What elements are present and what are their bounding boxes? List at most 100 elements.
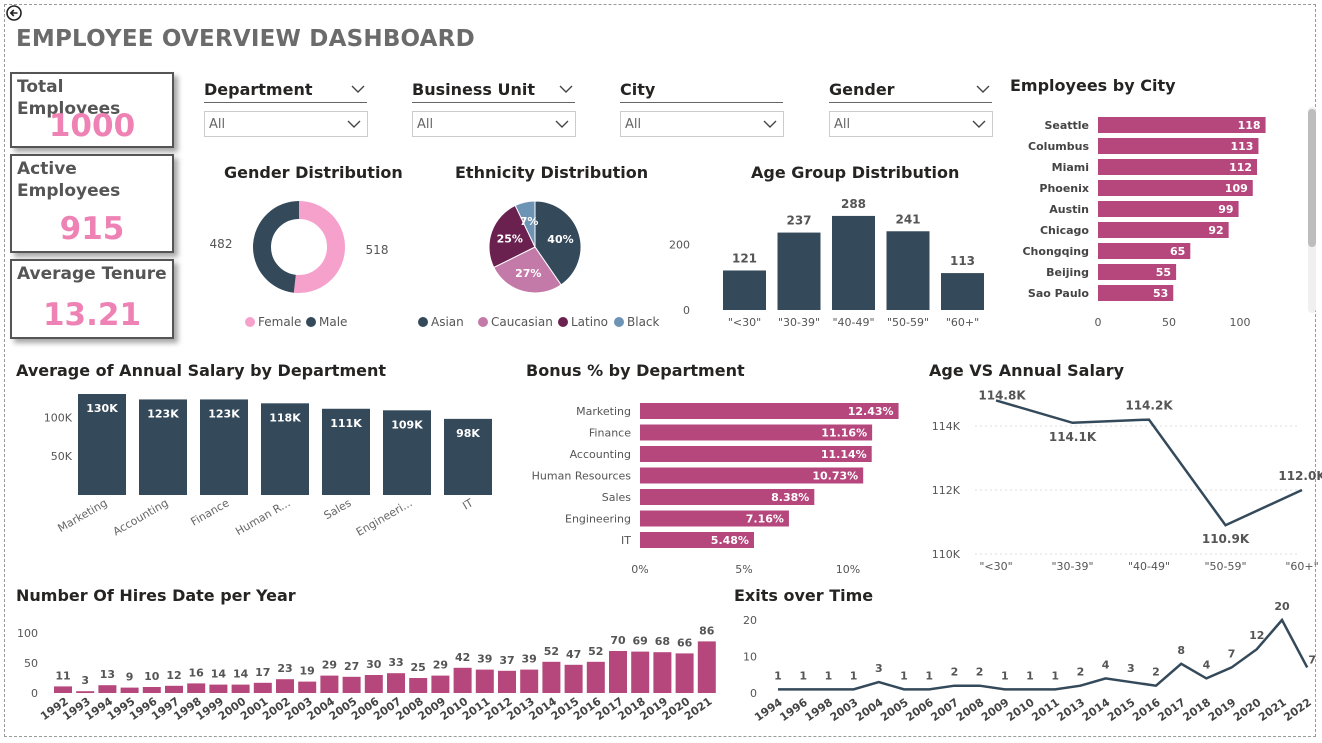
y-tick-label: 100K (44, 411, 73, 424)
y-tick-label: Human Resources (532, 470, 632, 483)
x-tick-label: 2011 (1029, 696, 1062, 724)
y-tick-label: Austin (1049, 203, 1089, 216)
data-label: 42 (455, 651, 470, 664)
x-tick-label: 2005 (878, 696, 911, 724)
data-label: 7 (1228, 647, 1236, 660)
x-tick-label: "50-59" (1204, 560, 1246, 573)
x-tick-label: Human R... (233, 496, 292, 538)
x-tick-label: "60+" (1285, 560, 1318, 573)
bar (498, 670, 516, 693)
y-tick-label: Marketing (576, 405, 631, 418)
x-tick-label: Marketing (56, 496, 110, 535)
charts-canvas: 518482Female Male40%27%25%7%Asian Caucasia… (17, 117, 1322, 724)
data-label: 113 (950, 254, 975, 268)
bar (832, 215, 875, 310)
data-label: 53 (1153, 287, 1168, 300)
legend-label: Black (627, 315, 660, 329)
data-label: 52 (544, 645, 559, 658)
data-label: 2 (1152, 666, 1160, 679)
bar (586, 661, 605, 693)
x-tick-label: 2004 (853, 696, 886, 724)
bar (76, 691, 95, 693)
y-tick-label: Sales (602, 491, 632, 504)
data-label: 1 (1001, 669, 1009, 682)
data-label: 4 (1203, 658, 1211, 671)
data-label: 65 (1170, 245, 1185, 258)
data-label: 237 (786, 214, 811, 228)
data-label: 37 (499, 654, 514, 667)
data-label: 518 (366, 243, 389, 257)
data-label: 109 (1225, 182, 1248, 195)
data-label: 121 (732, 251, 757, 265)
data-label: 99 (1218, 203, 1233, 216)
data-label: 11.14% (821, 448, 867, 461)
data-label: 1 (774, 669, 782, 682)
data-label: 482 (210, 237, 233, 251)
data-label: 69 (633, 635, 648, 648)
y-tick-label: 10 (743, 651, 757, 664)
y-tick-label: 110K (932, 548, 961, 561)
donut-slice-female (293, 201, 345, 293)
data-label: 66 (677, 636, 693, 649)
data-label: 7 (1308, 653, 1316, 666)
x-tick-label: 50 (1162, 316, 1176, 329)
data-label: 1 (825, 669, 833, 682)
legend-marker (418, 317, 428, 327)
data-label: 12.43% (848, 405, 894, 418)
data-label: 110.9K (1202, 532, 1250, 546)
data-label: 123K (147, 407, 179, 420)
y-tick-label: 20 (743, 614, 757, 627)
data-label: 114.8K (978, 388, 1026, 402)
x-tick-label: IT (460, 496, 475, 512)
bar (187, 683, 206, 693)
x-tick-label: "30-39" (778, 316, 820, 329)
y-tick-label: 50K (51, 450, 73, 463)
data-label: 17 (255, 666, 270, 679)
y-tick-label: Chicago (1040, 224, 1089, 237)
bar (409, 678, 428, 693)
x-tick-label: "60+" (946, 316, 979, 329)
y-tick-label: IT (621, 534, 631, 547)
x-tick-label: 2019 (1206, 696, 1239, 724)
data-label: 52 (588, 645, 603, 658)
data-label: 10 (144, 670, 160, 683)
data-label: 25 (411, 661, 426, 674)
legend-label: Caucasian (491, 315, 553, 329)
bar (364, 675, 383, 693)
bar (54, 686, 72, 693)
y-tick-label: 0 (683, 304, 690, 317)
bar (520, 669, 539, 693)
x-tick-label: 2009 (979, 696, 1012, 724)
x-tick-label: 1996 (777, 696, 810, 724)
y-tick-label: Seattle (1044, 119, 1089, 132)
data-label: 39 (477, 653, 492, 666)
data-label: 2 (1077, 666, 1085, 679)
data-label: 2 (976, 666, 984, 679)
data-label: 118K (269, 411, 301, 424)
data-label: 92 (1208, 224, 1223, 237)
data-label: 1 (1051, 669, 1059, 682)
y-tick-label: 0 (750, 687, 757, 700)
bar (542, 661, 561, 693)
data-label: 11.16% (821, 427, 867, 440)
data-label: 241 (895, 212, 920, 226)
bar (431, 675, 450, 693)
y-tick-label: 0 (31, 687, 38, 700)
bar (631, 651, 650, 693)
x-tick-label: 2015 (1105, 696, 1138, 724)
data-label: 1 (850, 669, 858, 682)
data-label: 47 (566, 648, 581, 661)
x-tick-label: 2010 (1004, 696, 1037, 724)
legend-marker (558, 317, 568, 327)
bar (165, 685, 183, 693)
bar (209, 684, 228, 693)
x-tick-label: 2022 (1281, 696, 1314, 724)
data-label: 2 (951, 666, 959, 679)
y-tick-label: 114K (932, 420, 961, 433)
y-tick-label: Phoenix (1039, 182, 1089, 195)
data-label: 40% (547, 233, 573, 246)
bar (653, 652, 672, 693)
data-label: 1 (900, 669, 908, 682)
data-label: 5.48% (711, 534, 749, 547)
donut-slice-male (253, 201, 300, 293)
